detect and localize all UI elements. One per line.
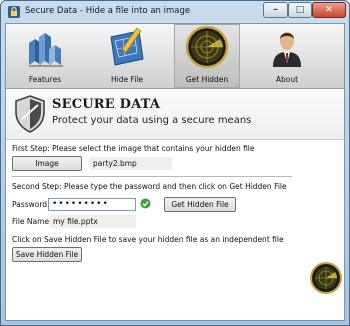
client-area: Features Hide File Get Hidden About SECU…	[5, 23, 345, 321]
businessman-icon	[273, 32, 301, 67]
app-window: Secure Data - Hide a file into an image …	[0, 0, 350, 326]
toolbar-hide-file-label: Hide File	[110, 75, 144, 84]
step2-instruction: Second Step: Please type the password an…	[12, 182, 287, 191]
banner-subtitle: Protect your data using a secure means	[52, 115, 252, 126]
toolbar-features-button[interactable]: Features	[12, 24, 78, 88]
toolbar: Features Hide File Get Hidden About	[6, 24, 344, 89]
filename-label: File Name	[12, 217, 50, 226]
close-button[interactable]: ✕	[312, 2, 346, 18]
toolbar-about-button[interactable]: About	[254, 24, 320, 88]
close-icon: ✕	[325, 5, 333, 15]
image-button[interactable]: Image	[12, 156, 82, 171]
password-input[interactable]: •••••••••	[48, 198, 136, 211]
image-filename-field: party2.bmp	[90, 157, 172, 170]
app-lock-icon	[7, 5, 21, 19]
minimize-icon: –	[273, 5, 278, 15]
filename-field: my file.pptx	[50, 215, 136, 228]
save-hidden-file-button[interactable]: Save Hidden File	[12, 247, 82, 262]
maximize-icon: □	[295, 5, 305, 15]
minimize-button[interactable]: –	[263, 2, 288, 18]
get-hidden-file-button[interactable]: Get Hidden File	[164, 197, 236, 212]
step1-instruction: First Step: Please select the image that…	[12, 144, 255, 153]
shield-icon	[15, 95, 45, 133]
toolbar-features-label: Features	[28, 75, 62, 84]
password-label: Password	[12, 200, 48, 209]
window-title: Secure Data - Hide a file into an image	[25, 6, 191, 16]
step3-instruction: Click on Save Hidden File to save your h…	[12, 235, 284, 244]
radar-icon	[185, 25, 229, 69]
blueprint-icon	[110, 27, 144, 66]
maximize-button[interactable]: □	[288, 2, 312, 18]
app-banner: SECURE DATA Protect your data using a se…	[6, 89, 344, 140]
banner-title: SECURE DATA	[52, 97, 161, 112]
checkmark-icon	[140, 198, 151, 211]
radar-badge-icon	[310, 262, 342, 294]
toolbar-get-hidden-button[interactable]: Get Hidden	[174, 24, 240, 88]
title-bar[interactable]: Secure Data - Hide a file into an image …	[1, 1, 349, 23]
toolbar-get-hidden-label: Get Hidden	[185, 75, 229, 84]
toolbar-hide-file-button[interactable]: Hide File	[94, 24, 160, 88]
buildings-chart-icon	[29, 33, 63, 67]
toolbar-about-label: About	[275, 75, 299, 84]
separator	[12, 176, 292, 177]
